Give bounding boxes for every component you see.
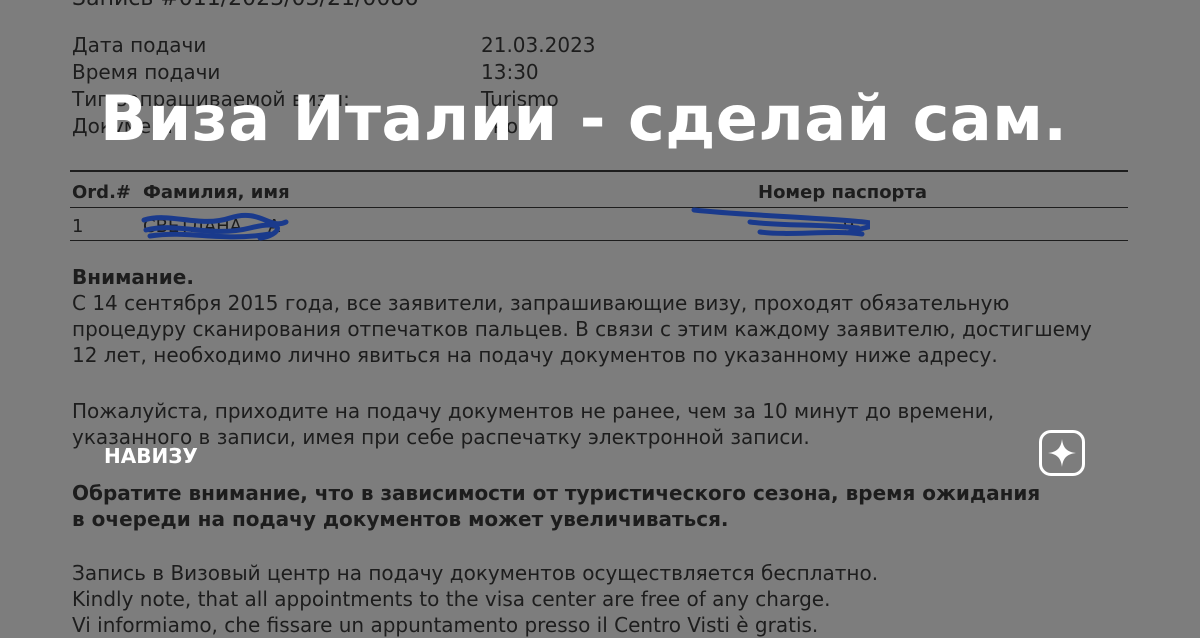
attention-heading: Внимание. — [72, 265, 194, 289]
header-name: Фамилия, имя — [143, 182, 290, 203]
header-ord: Ord.# — [72, 182, 131, 203]
sparkle-star-glyph — [1048, 439, 1076, 467]
passport-redaction-scribble — [691, 207, 870, 237]
attention-line: С 14 сентября 2015 года, все заявители, … — [72, 291, 1010, 315]
waiting-line: Обратите внимание, что в зависимости от … — [72, 481, 1041, 505]
meta-value: 13:30 — [481, 60, 539, 84]
meta-value: 21.03.2023 — [481, 33, 596, 57]
free-line: Vi informiamo, che fissare un appuntamen… — [72, 613, 819, 637]
meta-label: Дата подачи — [72, 33, 207, 57]
sparkle-star-icon[interactable] — [1039, 430, 1085, 476]
free-line: Kindly note, that all appointments to th… — [72, 587, 831, 611]
brand-label[interactable]: НАВИЗУ — [104, 444, 198, 468]
table-top-rule — [70, 170, 1128, 172]
name-redaction-scribble — [141, 212, 289, 241]
attention-line: процедуру сканирования отпечатков пальце… — [72, 317, 1092, 341]
attention-line: 12 лет, необходимо лично явиться на пода… — [72, 343, 998, 367]
header-passport: Номер паспорта — [758, 182, 928, 203]
record-title: Запись #011/2023/03/21/0086 — [72, 0, 418, 11]
meta-label: Время подачи — [72, 60, 221, 84]
row-ord: 1 — [72, 216, 84, 237]
free-line: Запись в Визовый центр на подачу докумен… — [72, 561, 879, 585]
waiting-line: в очереди на подачу документов может уве… — [72, 507, 729, 531]
overlay-headline: Виза Италии - сделай сам. — [100, 82, 1068, 155]
arrival-line: Пожалуйста, приходите на подачу документ… — [72, 399, 995, 423]
